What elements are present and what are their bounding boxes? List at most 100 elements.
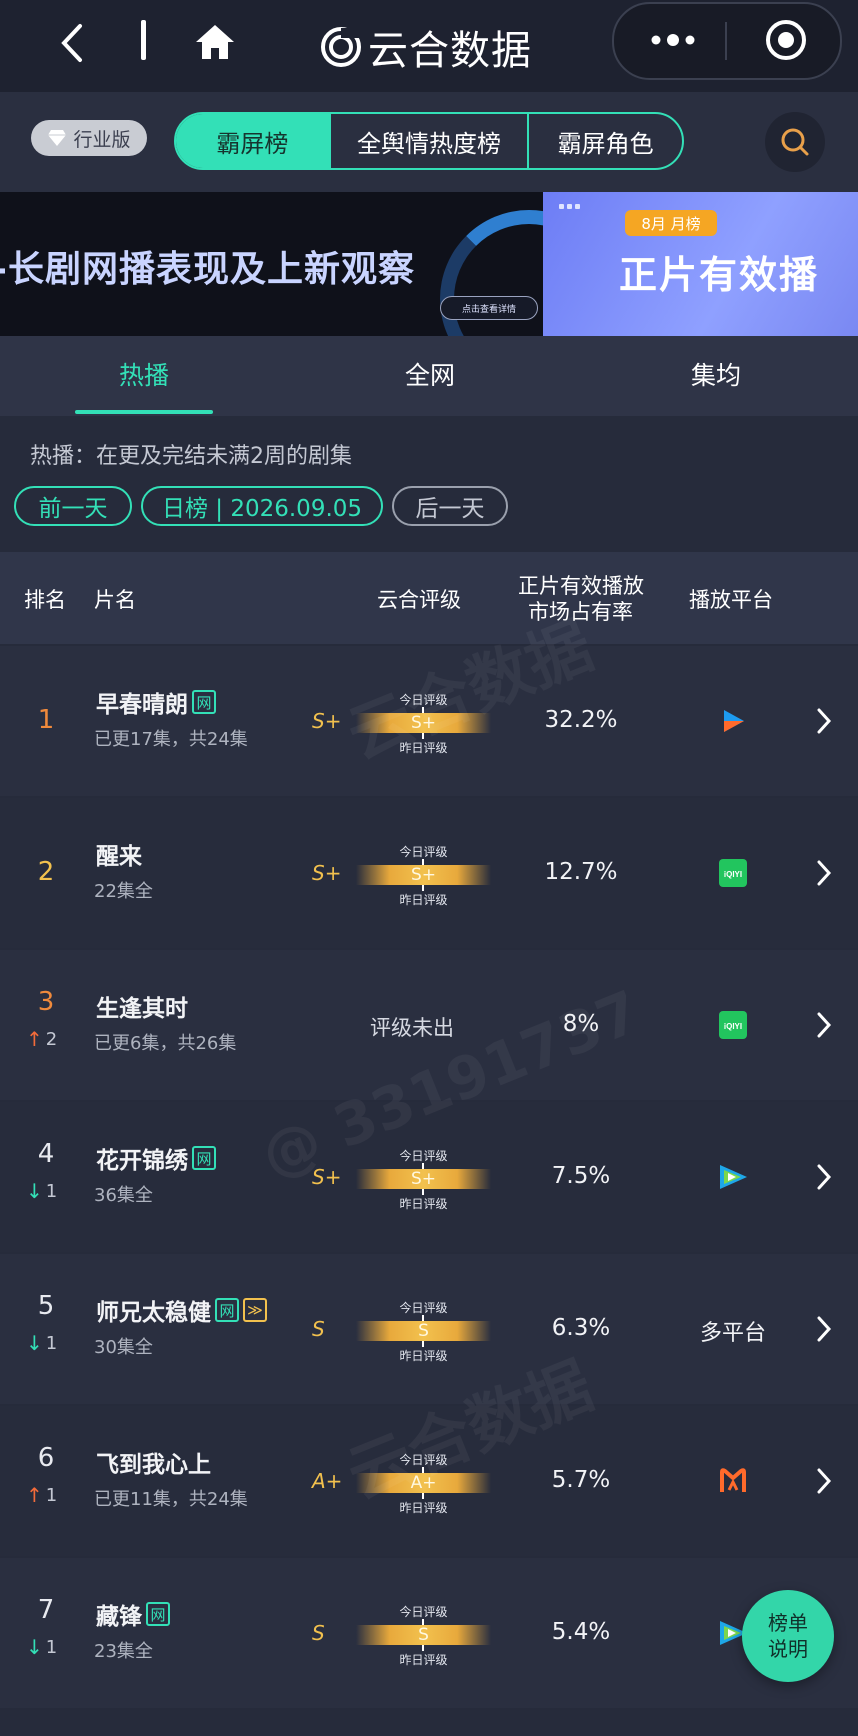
show-title[interactable]: 飞到我心上 <box>96 1445 211 1479</box>
table-row[interactable]: 7 ↓ 1 藏锋网 23集全 S 今日评级 S 昨日评级 5.4% <box>0 1558 858 1708</box>
tab-per-episode[interactable]: 集均 <box>616 336 816 416</box>
grade-bar: S+ <box>356 865 491 885</box>
show-title[interactable]: 早春晴朗网 <box>96 685 216 719</box>
grade-bar: S <box>356 1321 491 1341</box>
search-icon <box>781 128 809 156</box>
trend-count: 1 <box>45 1636 58 1658</box>
chevron-right-icon[interactable] <box>816 1163 832 1195</box>
market-share: 32.2% <box>544 707 618 733</box>
episode-status: 已更6集，共26集 <box>94 1033 237 1054</box>
banner-cta[interactable]: 点击查看详情 <box>440 296 538 320</box>
tab-all-network[interactable]: 全网 <box>330 336 530 416</box>
header-rank: 排名 <box>24 588 66 612</box>
yesterday-grade: S+ <box>312 709 342 733</box>
svg-text:iQIYI: iQIYI <box>724 870 742 879</box>
episode-status: 已更17集，共24集 <box>94 729 248 750</box>
ranking-segment: 霸屏榜 全舆情热度榜 霸屏角色 <box>174 112 684 170</box>
rank-number: 3 <box>37 987 55 1017</box>
trend-count: 1 <box>45 1484 58 1506</box>
prev-day-button[interactable]: 前一天 <box>14 486 132 526</box>
yesterday-grade-label: 昨日评级 <box>399 1197 448 1211</box>
chevron-right-icon[interactable] <box>816 707 832 739</box>
header-platform: 播放平台 <box>689 588 773 612</box>
show-title[interactable]: 藏锋网 <box>96 1597 170 1631</box>
exclusive-tag: ≫ <box>243 1298 267 1322</box>
yesterday-grade: S <box>312 1621 325 1645</box>
ranking-info-button[interactable]: 榜单 说明 <box>742 1590 834 1682</box>
tab-hot[interactable]: 热播 <box>44 336 244 416</box>
more-icon[interactable] <box>648 28 698 52</box>
grade-bar: S <box>356 1625 491 1645</box>
market-share: 12.7% <box>544 859 618 885</box>
back-icon[interactable] <box>56 22 86 64</box>
yesterday-grade: A+ <box>312 1469 343 1493</box>
today-grade: S <box>418 1625 429 1645</box>
search-button[interactable] <box>765 112 825 172</box>
diamond-icon <box>48 130 67 146</box>
arrow-up-icon: ↑ <box>26 1027 43 1051</box>
grade-tick <box>422 1163 424 1169</box>
grade-tick <box>422 859 424 865</box>
arrow-down-icon: ↓ <box>26 1179 43 1203</box>
market-share: 8% <box>562 1011 600 1037</box>
table-row[interactable]: 6 ↑ 1 飞到我心上 已更11集，共24集 A+ 今日评级 A+ 昨日评级 5.7% <box>0 1406 858 1556</box>
segment-sentiment[interactable]: 全舆情热度榜 <box>331 114 530 168</box>
date-picker[interactable]: 日榜 | 2026.09.05 <box>141 486 383 526</box>
banner-left[interactable]: -长剧网播表现及上新观察 点击查看详情 <box>0 192 543 336</box>
iqiyi-icon: iQIYI <box>690 858 776 892</box>
banner-right[interactable]: 8月 月榜 正片有效播 <box>543 192 858 336</box>
show-title-text: 生逢其时 <box>96 996 188 1022</box>
show-title[interactable]: 花开锦绣网 <box>96 1141 216 1175</box>
chevron-right-icon[interactable] <box>816 1011 832 1043</box>
grade-gauge: 今日评级 A+ 昨日评级 <box>356 1451 491 1515</box>
show-title[interactable]: 生逢其时 <box>96 989 188 1023</box>
grade-tick <box>422 1315 424 1321</box>
header-grade: 云合评级 <box>377 588 461 612</box>
table-row[interactable]: 5 ↓ 1 师兄太稳健网 ≫ 30集全 S 今日评级 S 昨日评级 6.3% 多平台 <box>0 1254 858 1404</box>
today-grade: A+ <box>410 1473 437 1493</box>
segment-roles[interactable]: 霸屏角色 <box>529 114 682 168</box>
chevron-right-icon[interactable] <box>816 1467 832 1499</box>
grade-gauge: 今日评级 S 昨日评级 <box>356 1299 491 1363</box>
close-miniprogram-icon[interactable] <box>764 18 808 62</box>
edition-label: 行业版 <box>73 128 131 151</box>
yesterday-grade-label: 昨日评级 <box>399 893 448 907</box>
banner-pager-dots <box>559 204 580 209</box>
show-title[interactable]: 醒来 <box>96 837 142 871</box>
grade-gauge: 今日评级 S 昨日评级 <box>356 1603 491 1667</box>
rank-trend: ↑ 1 <box>26 1483 57 1507</box>
banner-month-pill: 8月 月榜 <box>625 210 717 236</box>
tab-underline <box>75 410 213 414</box>
category-tabs: 热播 全网 集均 <box>0 336 858 416</box>
chevron-right-icon[interactable] <box>816 1315 832 1347</box>
chevron-right-icon[interactable] <box>816 859 832 891</box>
table-row[interactable]: 1 早春晴朗网已更17集，共24集 S+ 今日评级 S+ 昨日评级 32.2% <box>0 646 858 796</box>
table-row[interactable]: 4 ↓ 1 花开锦绣网 36集全 S+ 今日评级 S+ 昨日评级 7.5% <box>0 1102 858 1252</box>
table-row[interactable]: 3 ↑ 2 生逢其时 已更6集，共26集 评级未出 8% iQIYI <box>0 950 858 1100</box>
fab-line1: 榜单 <box>768 1611 808 1635</box>
grade-tick <box>422 1619 424 1625</box>
grade-bar: S+ <box>356 713 491 733</box>
yesterday-grade: S <box>312 1317 325 1341</box>
episode-status: 23集全 <box>94 1641 153 1662</box>
next-day-button[interactable]: 后一天 <box>392 486 508 526</box>
promo-banner[interactable]: -长剧网播表现及上新观察 点击查看详情 8月 月榜 正片有效播 <box>0 192 858 336</box>
today-grade: S <box>418 1321 429 1341</box>
arrow-down-icon: ↓ <box>26 1635 43 1659</box>
edition-badge[interactable]: 行业版 <box>31 120 147 156</box>
bar-separator <box>141 20 146 60</box>
banner-left-title: -长剧网播表现及上新观察 <box>0 249 415 290</box>
arrow-up-icon: ↑ <box>26 1483 43 1507</box>
market-share: 7.5% <box>551 1163 611 1189</box>
rank-trend: ↓ 1 <box>26 1331 57 1355</box>
yesterday-grade-label: 昨日评级 <box>399 741 448 755</box>
rank-trend: ↓ 1 <box>26 1635 57 1659</box>
episode-status: 已更11集，共24集 <box>94 1489 248 1510</box>
rank-number: 1 <box>37 705 55 735</box>
grade-gauge: 今日评级 S+ 昨日评级 <box>356 843 491 907</box>
home-icon[interactable] <box>194 22 236 62</box>
today-grade-label: 今日评级 <box>399 845 448 859</box>
table-row[interactable]: 2 醒来 22集全 S+ 今日评级 S+ 昨日评级 12.7% iQIYI <box>0 798 858 948</box>
segment-bapingbang[interactable]: 霸屏榜 <box>176 114 331 168</box>
show-title[interactable]: 师兄太稳健网 ≫ <box>96 1293 267 1327</box>
